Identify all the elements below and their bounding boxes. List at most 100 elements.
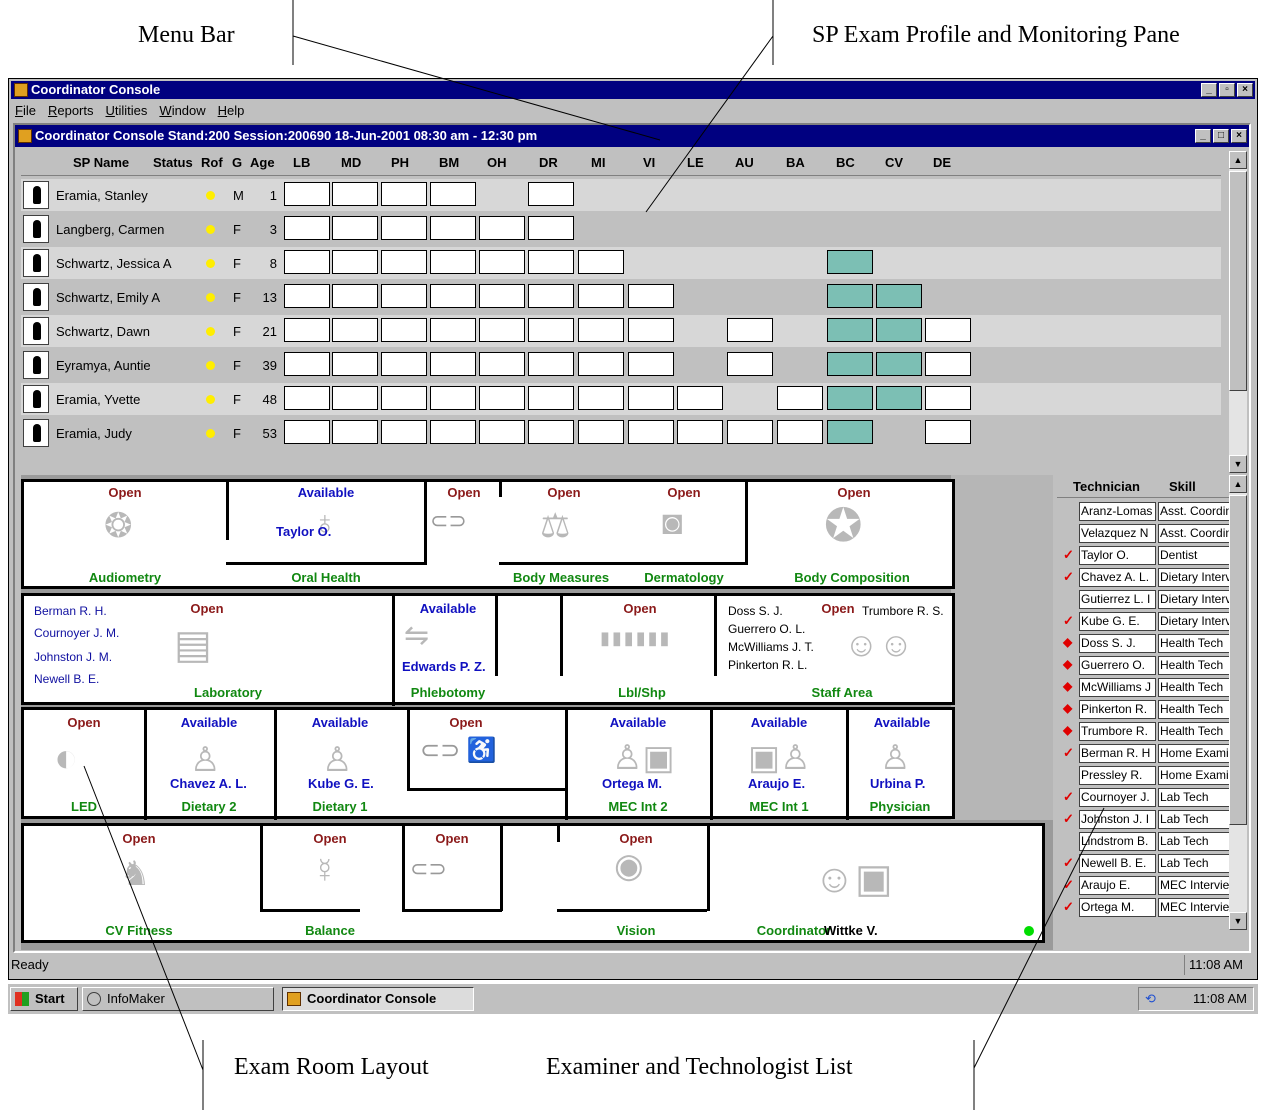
sp-row[interactable]: Eramia, Judy F 53 [21, 417, 1221, 449]
exam-cell-de[interactable] [925, 318, 971, 342]
tech-scroll-up-arrow-icon[interactable]: ▲ [1229, 475, 1247, 493]
exam-cell-bm[interactable] [430, 216, 476, 240]
exam-cell-bc[interactable] [827, 250, 873, 274]
lbl-shp-room[interactable]: Lbl/Shp [552, 685, 732, 700]
sp-person-icon[interactable] [23, 385, 49, 413]
exam-cell-bc[interactable] [827, 386, 873, 410]
exam-cell-dr[interactable] [528, 386, 574, 410]
exam-cell-bm[interactable] [430, 352, 476, 376]
exam-cell-bm[interactable] [430, 182, 476, 206]
tech-row[interactable]: ◆ Trumbore R. Health Tech [1057, 721, 1231, 743]
exam-cell-bc[interactable] [827, 284, 873, 308]
sp-row[interactable]: Eramia, Stanley M 1 [21, 179, 1221, 211]
scroll-down-arrow-icon[interactable]: ▼ [1229, 455, 1247, 473]
exam-cell-bc[interactable] [827, 420, 873, 444]
exam-cell-lb[interactable] [284, 284, 330, 308]
tech-row[interactable]: Gutierrez L. IDietary Interviewer [1057, 589, 1231, 611]
maximize-button[interactable]: ▫ [1219, 83, 1235, 97]
exam-cell-ba[interactable] [777, 420, 823, 444]
exam-cell-cv[interactable] [876, 284, 922, 308]
menu-file[interactable]: File [15, 101, 36, 121]
taskbar-infomaker[interactable]: InfoMaker [82, 987, 274, 1011]
body-composition-room[interactable]: Body Composition [762, 570, 942, 585]
exam-cell-md[interactable] [332, 386, 378, 410]
exam-cell-mi[interactable] [578, 250, 624, 274]
grid-scrollbar[interactable]: ▲ ▼ [1229, 151, 1247, 473]
exam-cell-ph[interactable] [381, 250, 427, 274]
menu-reports[interactable]: Reports [48, 101, 94, 121]
phlebotomy-room[interactable]: Phlebotomy [358, 685, 538, 700]
child-close-button[interactable]: × [1231, 129, 1247, 143]
tech-row[interactable]: ✓ Araujo E.MEC Interviewer [1057, 875, 1231, 897]
tech-row[interactable]: ◆ McWilliams J Health Tech [1057, 677, 1231, 699]
exam-cell-mi[interactable] [578, 284, 624, 308]
exam-cell-vi[interactable] [628, 386, 674, 410]
exam-cell-dr[interactable] [528, 216, 574, 240]
exam-cell-md[interactable] [332, 250, 378, 274]
tech-scrollbar[interactable]: ▲ ▼ [1229, 475, 1247, 930]
exam-cell-bm[interactable] [430, 284, 476, 308]
exam-cell-ph[interactable] [381, 352, 427, 376]
tech-row[interactable]: ◆ Guerrero O. Health Tech [1057, 655, 1231, 677]
exam-cell-ph[interactable] [381, 318, 427, 342]
tech-row[interactable]: Aranz-LomasAsst. Coordinator [1057, 501, 1231, 523]
exam-cell-dr[interactable] [528, 250, 574, 274]
exam-cell-oh[interactable] [479, 318, 525, 342]
sp-person-icon[interactable] [23, 181, 49, 209]
taskbar-coordinator-console[interactable]: Coordinator Console [282, 987, 474, 1011]
tech-row[interactable]: Pressley R.Home Examiner [1057, 765, 1231, 787]
exam-cell-cv[interactable] [876, 318, 922, 342]
scroll-up-arrow-icon[interactable]: ▲ [1229, 151, 1247, 169]
exam-cell-bm[interactable] [430, 318, 476, 342]
exam-cell-bm[interactable] [430, 420, 476, 444]
exam-cell-lb[interactable] [284, 386, 330, 410]
dietary1-room[interactable]: Dietary 1 [250, 799, 430, 814]
dermatology-room[interactable]: Dermatology [594, 570, 774, 585]
tech-scroll-thumb[interactable] [1229, 495, 1247, 825]
tech-row[interactable]: ◆ Pinkerton R. Health Tech [1057, 699, 1231, 721]
exam-cell-md[interactable] [332, 420, 378, 444]
exam-cell-de[interactable] [925, 352, 971, 376]
exam-cell-oh[interactable] [479, 284, 525, 308]
exam-cell-oh[interactable] [479, 250, 525, 274]
exam-cell-ph[interactable] [381, 284, 427, 308]
exam-cell-ph[interactable] [381, 182, 427, 206]
sp-person-icon[interactable] [23, 419, 49, 447]
exam-cell-lb[interactable] [284, 352, 330, 376]
exam-cell-oh[interactable] [479, 420, 525, 444]
exam-cell-ph[interactable] [381, 216, 427, 240]
close-button[interactable]: × [1237, 83, 1253, 97]
exam-cell-de[interactable] [925, 420, 971, 444]
exam-cell-au[interactable] [727, 420, 773, 444]
tech-row[interactable]: ✓ Newell B. E. Lab Tech [1057, 853, 1231, 875]
sp-person-icon[interactable] [23, 317, 49, 345]
sp-row[interactable]: Eramia, Yvette F 48 [21, 383, 1221, 415]
exam-cell-vi[interactable] [628, 284, 674, 308]
exam-cell-oh[interactable] [479, 216, 525, 240]
physician-room[interactable]: Physician [810, 799, 990, 814]
tech-row[interactable]: ◆ Doss S. J. Health Tech [1057, 633, 1231, 655]
tech-row[interactable]: Lindstrom B. Lab Tech [1057, 831, 1231, 853]
sp-row[interactable]: Schwartz, Jessica A F 8 [21, 247, 1221, 279]
exam-cell-vi[interactable] [628, 420, 674, 444]
sp-person-icon[interactable] [23, 283, 49, 311]
balance-room[interactable]: Balance [240, 923, 420, 938]
exam-cell-mi[interactable] [578, 386, 624, 410]
sp-person-icon[interactable] [23, 215, 49, 243]
exam-cell-lb[interactable] [284, 318, 330, 342]
sp-row[interactable]: Langberg, Carmen F 3 [21, 213, 1221, 245]
audiometry-room[interactable]: Audiometry [35, 570, 215, 585]
menu-window[interactable]: Window [159, 101, 205, 121]
exam-cell-bm[interactable] [430, 386, 476, 410]
exam-cell-ph[interactable] [381, 386, 427, 410]
exam-cell-lb[interactable] [284, 216, 330, 240]
exam-cell-lb[interactable] [284, 182, 330, 206]
exam-cell-dr[interactable] [528, 318, 574, 342]
child-restore-button[interactable]: □ [1213, 129, 1229, 143]
vision-room[interactable]: Vision [546, 923, 726, 938]
exam-cell-lb[interactable] [284, 250, 330, 274]
exam-cell-mi[interactable] [578, 420, 624, 444]
tech-row[interactable]: ✓ Ortega M.MEC Interviewer [1057, 897, 1231, 919]
sp-row[interactable]: Schwartz, Emily A F 13 [21, 281, 1221, 313]
start-button[interactable]: Start [10, 987, 78, 1011]
